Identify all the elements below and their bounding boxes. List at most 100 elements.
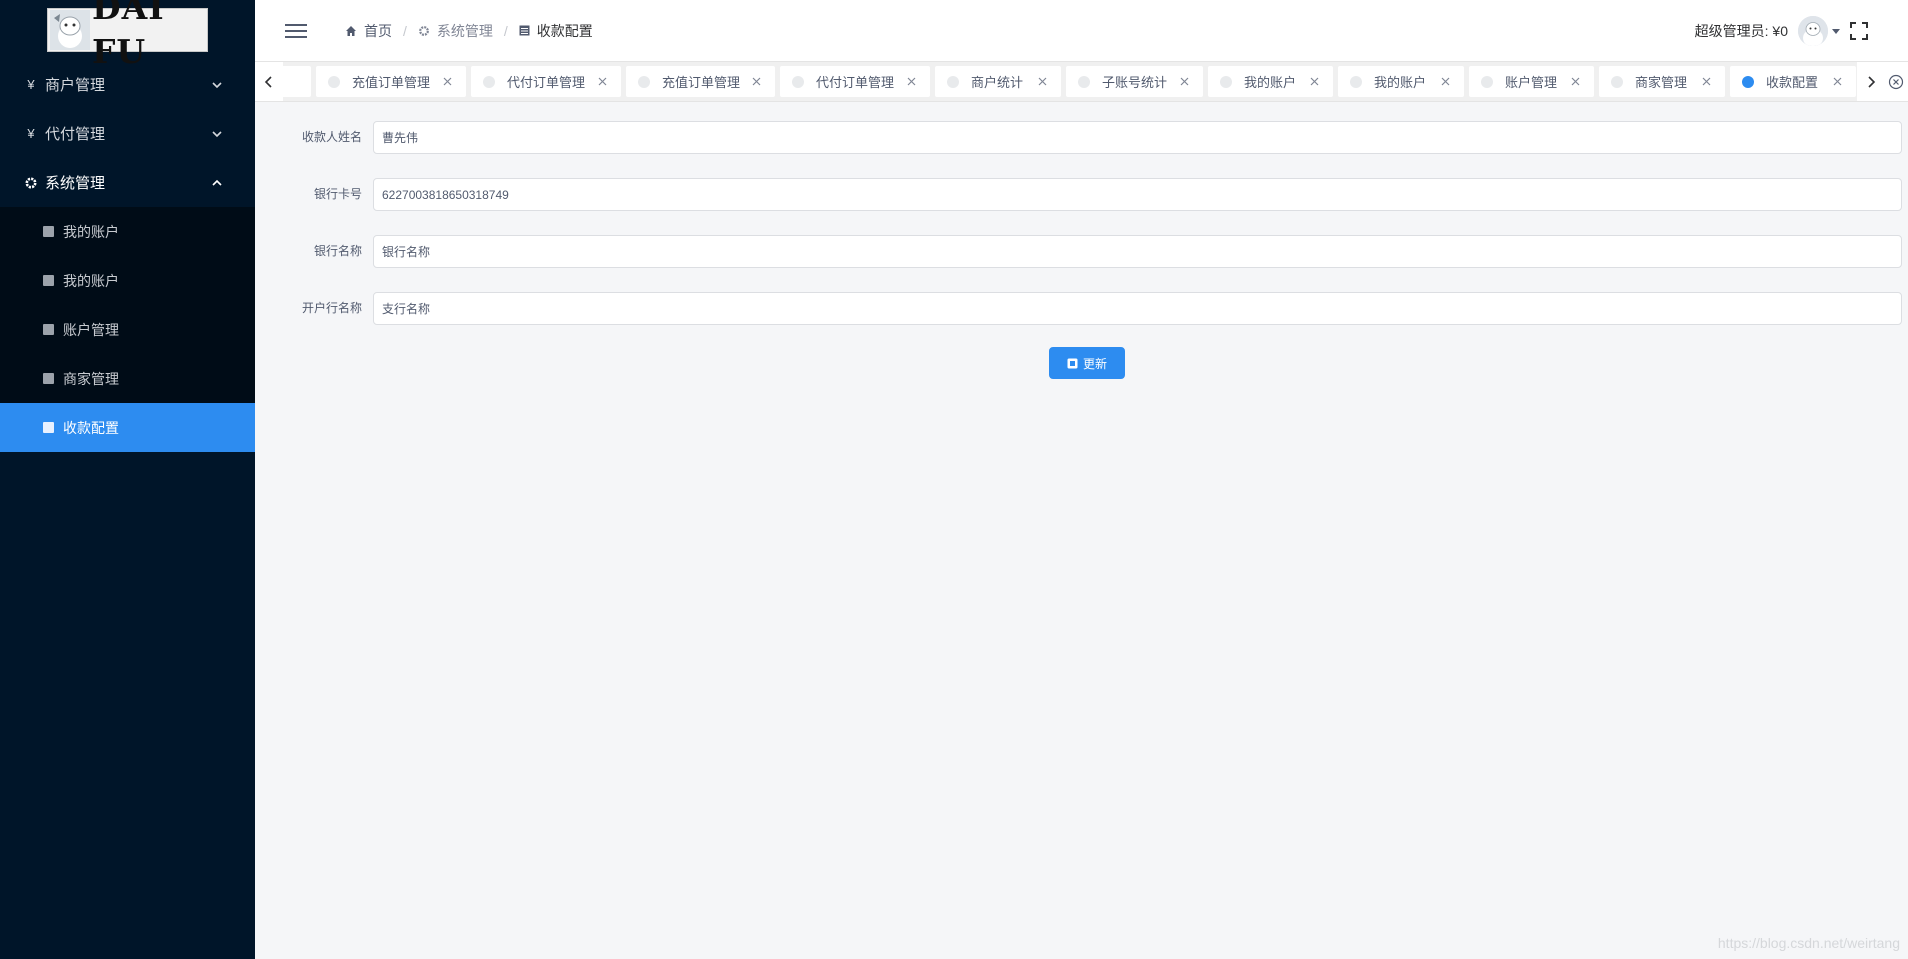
close-icon[interactable] <box>443 77 452 86</box>
document-icon <box>43 373 54 384</box>
menu-group-label: 系统管理 <box>45 175 106 192</box>
close-icon[interactable] <box>1702 77 1711 86</box>
tab-my-account[interactable]: 我的账户 <box>1208 66 1333 97</box>
tab-label: 首页 <box>283 72 297 91</box>
tab-status-dot <box>1220 75 1232 88</box>
close-icon[interactable] <box>907 77 916 86</box>
menu-group-label: 代付管理 <box>45 126 106 143</box>
form-row-payee-name: 收款人姓名 <box>255 121 1908 154</box>
document-icon <box>43 324 54 335</box>
bank-name-label: 银行名称 <box>313 244 362 258</box>
tab-label: 商家管理 <box>1635 75 1688 90</box>
sidebar-item-label: 账户管理 <box>63 321 119 338</box>
logo[interactable]: DAI FU <box>47 0 208 71</box>
tab-label: 账户管理 <box>1505 75 1558 90</box>
close-icon[interactable] <box>598 77 607 86</box>
tab-payment-config[interactable]: 收款配置 <box>1730 66 1856 97</box>
watermark: https://blog.csdn.net/weirtang <box>1717 935 1900 951</box>
tab-home[interactable]: 首页 <box>283 66 311 97</box>
tabs-bar: 首页 充值订单管理 代付订单管理 充值订单管理 代付订单管理 <box>255 61 1908 102</box>
close-icon[interactable] <box>1310 77 1319 86</box>
sidebar-item-merchant-management[interactable]: 商家管理 <box>0 354 255 403</box>
sidebar-item-my-account-2[interactable]: 我的账户 <box>0 256 255 305</box>
form-row-card-number: 银行卡号 <box>255 178 1908 211</box>
sidebar-item-payment-config[interactable]: 收款配置 <box>0 403 255 452</box>
tab-recharge-orders[interactable]: 充值订单管理 <box>316 66 466 97</box>
branch-name-input[interactable] <box>373 292 1902 325</box>
form-row-bank-name: 银行名称 <box>255 235 1908 268</box>
tabs-scroll-right[interactable] <box>1857 62 1885 101</box>
tab-label: 子账号统计 <box>1102 75 1168 90</box>
menu-toggle-icon[interactable] <box>285 23 307 39</box>
top-header: 首页 / 系统管理 / 收款配置 超级管理员: ¥0 <box>255 0 1908 61</box>
tab-status-dot <box>638 75 650 88</box>
sidebar-item-label: 我的账户 <box>63 272 119 289</box>
breadcrumb-home[interactable]: 首页 <box>345 21 392 41</box>
tab-label: 商户统计 <box>971 75 1024 90</box>
tabs-track: 首页 充值订单管理 代付订单管理 充值订单管理 代付订单管理 <box>283 66 1857 97</box>
close-icon[interactable] <box>752 77 761 86</box>
tab-label: 代付订单管理 <box>816 75 895 90</box>
payee-name-label: 收款人姓名 <box>301 130 362 144</box>
payee-name-input[interactable] <box>373 121 1902 154</box>
tabs-scroll-left[interactable] <box>255 62 283 101</box>
chevron-down-icon <box>212 81 222 88</box>
card-number-label: 银行卡号 <box>313 187 362 201</box>
tab-payout-orders[interactable]: 代付订单管理 <box>471 66 621 97</box>
avatar[interactable] <box>1798 15 1828 46</box>
tab-subaccount-stats[interactable]: 子账号统计 <box>1066 66 1203 97</box>
close-icon[interactable] <box>1441 77 1450 86</box>
tab-label: 我的账户 <box>1244 75 1297 90</box>
sidebar: DAI FU ¥ 商户管理 ¥ 代付管理 系统管理 我的账户 我的账户 账户管理 <box>0 0 255 959</box>
tab-recharge-orders-2[interactable]: 充值订单管理 <box>626 66 775 97</box>
logo-mascot-icon <box>50 10 90 50</box>
card-number-input[interactable] <box>373 178 1902 211</box>
tab-status-dot <box>328 75 340 88</box>
chevron-down-icon <box>212 130 222 137</box>
chevron-right-icon <box>1868 75 1876 88</box>
user-label: 超级管理员: ¥0 <box>1694 22 1788 39</box>
tab-status-dot <box>1481 75 1493 88</box>
sidebar-item-label: 我的账户 <box>63 223 119 240</box>
submenu-system: 我的账户 我的账户 账户管理 商家管理 收款配置 <box>0 207 255 452</box>
gear-icon <box>25 177 37 188</box>
menu-group-payout[interactable]: ¥ 代付管理 <box>0 109 255 158</box>
close-icon[interactable] <box>1038 77 1047 86</box>
sidebar-item-my-account[interactable]: 我的账户 <box>0 207 255 256</box>
tab-merchant-management[interactable]: 商家管理 <box>1599 66 1725 97</box>
gear-icon <box>418 25 429 36</box>
breadcrumb-system[interactable]: 系统管理 <box>418 21 493 41</box>
menu-group-system[interactable]: 系统管理 <box>0 158 255 207</box>
tabs-viewport: 首页 充值订单管理 代付订单管理 充值订单管理 代付订单管理 <box>283 62 1857 101</box>
chevron-up-icon <box>212 179 222 186</box>
home-icon <box>346 25 356 36</box>
close-icon[interactable] <box>1571 77 1580 86</box>
tabs-close-all[interactable] <box>1885 62 1908 101</box>
tab-payout-orders-2[interactable]: 代付订单管理 <box>780 66 930 97</box>
tab-status-dot <box>1350 75 1362 88</box>
avatar-icon <box>1798 15 1828 46</box>
tab-my-account-2[interactable]: 我的账户 <box>1338 66 1464 97</box>
close-icon[interactable] <box>1180 77 1189 86</box>
caret-down-icon[interactable] <box>1832 27 1840 35</box>
tab-label: 充值订单管理 <box>352 75 431 90</box>
document-icon <box>519 25 530 36</box>
breadcrumb: 首页 / 系统管理 / 收款配置 <box>345 21 593 41</box>
user-area: 超级管理员: ¥0 <box>1695 0 1868 61</box>
breadcrumb-label: 系统管理 <box>436 22 493 39</box>
close-icon[interactable] <box>1833 77 1842 86</box>
tab-status-dot <box>792 75 804 88</box>
tab-account-management[interactable]: 账户管理 <box>1469 66 1594 97</box>
tab-merchant-stats[interactable]: 商户统计 <box>935 66 1061 97</box>
document-icon <box>43 422 54 433</box>
document-icon <box>43 275 54 286</box>
logo-area: DAI FU <box>0 0 255 71</box>
bank-name-input[interactable] <box>373 235 1902 268</box>
update-button[interactable]: 更新 <box>1049 347 1125 379</box>
sidebar-item-account-management[interactable]: 账户管理 <box>0 305 255 354</box>
tab-label: 收款配置 <box>1766 75 1819 90</box>
yen-icon: ¥ <box>27 77 35 92</box>
branch-name-label: 开户行名称 <box>301 301 362 315</box>
fullscreen-icon[interactable] <box>1850 21 1868 40</box>
breadcrumb-label: 首页 <box>364 22 392 39</box>
